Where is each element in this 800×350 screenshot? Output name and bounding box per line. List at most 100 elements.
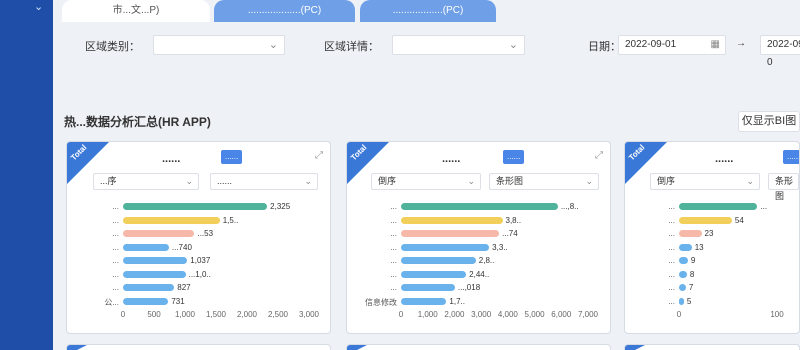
bar-label: ...: [112, 269, 119, 279]
region-detail-select[interactable]: ⌄: [392, 35, 525, 55]
region-detail-label: 区域详情：: [324, 41, 379, 53]
bar[interactable]: [123, 270, 186, 278]
left-rail: ⌄: [0, 0, 53, 350]
bar[interactable]: [679, 270, 687, 278]
bar-value-label: 827: [177, 283, 191, 292]
chart-type-select[interactable]: 条形图 ⌄: [768, 173, 799, 201]
bar-value-label: ...,8..: [560, 202, 579, 211]
bar-label: ...: [668, 229, 675, 238]
card-title: ......: [715, 153, 734, 165]
chevron-down-icon: ⌄: [185, 176, 193, 186]
bar[interactable]: [123, 297, 169, 305]
bar[interactable]: [401, 216, 503, 224]
axis-tick-label: 2,000: [236, 310, 258, 319]
bar[interactable]: [123, 243, 169, 251]
bar-value-label: ...74: [502, 229, 518, 238]
sort-select[interactable]: ...序 ⌄: [93, 173, 199, 190]
sort-select-value: 倒序: [378, 176, 397, 186]
bar-label: 信息修改: [365, 297, 397, 307]
axis-tick-label: 1,000: [417, 310, 438, 319]
date-end-input[interactable]: 2022-09-0: [760, 35, 800, 68]
axis-tick-label: 2,000: [444, 310, 465, 319]
date-start-value: 2022-09-01: [625, 39, 677, 50]
sort-select-value: 倒序: [657, 176, 676, 186]
bar-label: ...: [668, 296, 675, 306]
axis-tick-label: 0: [398, 310, 404, 319]
expand-icon[interactable]: ⤢: [315, 150, 323, 161]
bar-label: ...: [668, 269, 675, 279]
sort-select[interactable]: 倒序 ⌄: [650, 173, 760, 190]
date-range-separator: →: [736, 38, 746, 49]
bar-value-label: 54: [734, 215, 744, 225]
bar-label: ...: [112, 229, 119, 238]
bar[interactable]: [679, 230, 702, 237]
bar[interactable]: [679, 257, 688, 264]
bar[interactable]: [401, 257, 476, 264]
chevron-down-icon: ⌄: [467, 176, 475, 186]
bar-value-label: ...53: [197, 229, 214, 238]
date-start-input[interactable]: 2022-09-01 ▦: [618, 35, 726, 55]
chart-type-select-value: ......: [217, 176, 233, 186]
bar[interactable]: [401, 270, 467, 278]
bar-value-label: 1,037: [190, 256, 211, 265]
bar[interactable]: [401, 243, 490, 251]
bar[interactable]: [123, 216, 220, 224]
axis-tick-label: 3,000: [298, 310, 320, 319]
bar[interactable]: [123, 203, 268, 210]
bar-value-label: 2,44..: [469, 269, 490, 279]
tab-2[interactable]: ..................(PC): [360, 0, 496, 22]
region-type-select[interactable]: ⌄: [153, 35, 285, 55]
bar[interactable]: [123, 257, 188, 264]
bar[interactable]: [123, 230, 195, 237]
tab-0[interactable]: 市...文...P): [62, 0, 210, 22]
bi-only-button[interactable]: 仅显示BI图: [738, 111, 800, 132]
bar-label: ...: [390, 256, 397, 265]
bar-label: 公...: [104, 297, 119, 307]
bar[interactable]: [679, 243, 692, 251]
bar[interactable]: [401, 297, 447, 305]
bar-label: ...: [112, 283, 119, 292]
bar-value-label: 23: [704, 229, 714, 238]
bar-label: ...: [390, 269, 397, 279]
chevron-down-icon[interactable]: ⌄: [34, 0, 43, 13]
bar[interactable]: [401, 284, 455, 291]
card-corner-ribbon: [625, 345, 645, 350]
axis-tick-label: 1,000: [174, 310, 196, 319]
bar[interactable]: [679, 216, 732, 224]
bar[interactable]: [123, 284, 175, 291]
bar[interactable]: [679, 297, 684, 305]
bar-label: ...: [668, 242, 675, 252]
bar-value-label: 7: [688, 283, 694, 292]
chevron-down-icon: ⌄: [746, 176, 754, 186]
bar-label: ...: [112, 242, 119, 252]
bar[interactable]: [401, 203, 558, 210]
next-card-preview: [66, 344, 331, 350]
bar-value-label: 9: [690, 256, 696, 265]
chart-type-select-value: 条形图: [496, 176, 524, 186]
chart-type-select[interactable]: 条形图 ⌄: [489, 173, 599, 190]
chevron-down-icon: ⌄: [268, 39, 278, 51]
bar-label: ...: [112, 202, 119, 211]
card-corner-ribbon: [67, 345, 87, 350]
tab-1[interactable]: ...................(PC): [214, 0, 355, 22]
axis-tick-label: 7,000: [577, 310, 599, 319]
expand-icon[interactable]: ⤢: [595, 150, 603, 161]
bar-label: ...: [390, 229, 397, 238]
bar[interactable]: [679, 203, 758, 210]
bar-value-label: 8: [689, 269, 695, 279]
axis-tick-label: 2,500: [267, 310, 289, 319]
bar[interactable]: [679, 284, 686, 291]
sort-select[interactable]: 倒序 ⌄: [371, 173, 481, 190]
axis-tick-label: 0: [676, 310, 682, 319]
filter-bar: 区域类别： ⌄ 区域详情： ⌄ 日期： 2022-09-01 ▦ → 2022-0…: [53, 22, 800, 72]
sort-select-value: ...序: [100, 176, 117, 186]
date-end-value: 2022-09-0: [767, 39, 800, 68]
bar-label: ...: [668, 202, 675, 211]
bar[interactable]: [401, 230, 500, 237]
chart-card: Total............ ⤢ ...序 ⌄...... ⌄... 2,325..…: [66, 141, 331, 334]
bar-value-label: ...1,0..: [188, 269, 211, 279]
bar-label: ...: [390, 283, 397, 292]
bar-value-label: 731: [171, 296, 185, 306]
chart-type-select[interactable]: ...... ⌄: [210, 173, 318, 190]
card-badge: ......: [503, 150, 525, 164]
